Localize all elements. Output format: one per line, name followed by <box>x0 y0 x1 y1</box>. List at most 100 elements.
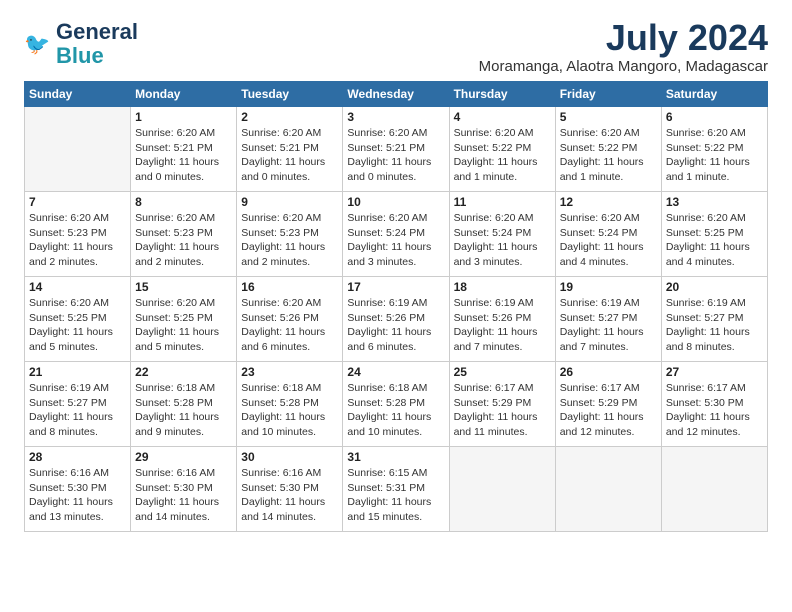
day-number: 21 <box>29 365 126 379</box>
weekday-header: Saturday <box>661 82 767 107</box>
calendar-cell: 27 Sunrise: 6:17 AMSunset: 5:30 PMDayligh… <box>661 362 767 447</box>
svg-text:🐦: 🐦 <box>24 33 50 56</box>
calendar-cell: 17Sunrise: 6:19 AMSunset: 5:26 PMDayligh… <box>343 277 449 362</box>
day-number: 14 <box>29 280 126 294</box>
day-number: 3 <box>347 110 444 124</box>
day-info: Sunrise: 6:20 AMSunset: 5:21 PMDaylight:… <box>135 126 232 185</box>
calendar-cell: 16 Sunrise: 6:20 AMSunset: 5:26 PMDayligh… <box>237 277 343 362</box>
day-info: Sunrise: 6:20 AMSunset: 5:21 PMDaylight:… <box>241 126 338 185</box>
calendar-cell: 24Sunrise: 6:18 AMSunset: 5:28 PMDayligh… <box>343 362 449 447</box>
header: 🐦 General Blue July 2024 Moramanga, Alao… <box>24 20 768 75</box>
calendar-cell: 19 Sunrise: 6:19 AMSunset: 5:27 PMDayligh… <box>555 277 661 362</box>
day-info: Sunrise: 6:20 AMSunset: 5:24 PMDaylight:… <box>454 211 551 270</box>
calendar-cell: 3 Sunrise: 6:20 AMSunset: 5:21 PMDaylight… <box>343 107 449 192</box>
day-info: Sunrise: 6:19 AMSunset: 5:26 PMDaylight:… <box>454 296 551 355</box>
weekday-header: Thursday <box>449 82 555 107</box>
day-info: Sunrise: 6:20 AMSunset: 5:23 PMDaylight:… <box>135 211 232 270</box>
day-info: Sunrise: 6:18 AMSunset: 5:28 PMDaylight:… <box>241 381 338 440</box>
day-info: Sunrise: 6:20 AMSunset: 5:22 PMDaylight:… <box>454 126 551 185</box>
day-info: Sunrise: 6:18 AMSunset: 5:28 PMDaylight:… <box>135 381 232 440</box>
calendar-cell: 12 Sunrise: 6:20 AMSunset: 5:24 PMDayligh… <box>555 192 661 277</box>
calendar-cell: 8 Sunrise: 6:20 AMSunset: 5:23 PMDaylight… <box>131 192 237 277</box>
calendar-cell: 1 Sunrise: 6:20 AMSunset: 5:21 PMDaylight… <box>131 107 237 192</box>
calendar-cell: 18Sunrise: 6:19 AMSunset: 5:26 PMDayligh… <box>449 277 555 362</box>
day-number: 25 <box>454 365 551 379</box>
calendar-cell: 13 Sunrise: 6:20 AMSunset: 5:25 PMDayligh… <box>661 192 767 277</box>
day-info: Sunrise: 6:19 AMSunset: 5:27 PMDaylight:… <box>666 296 763 355</box>
calendar-cell: 31Sunrise: 6:15 AMSunset: 5:31 PMDayligh… <box>343 447 449 532</box>
day-info: Sunrise: 6:20 AMSunset: 5:25 PMDaylight:… <box>29 296 126 355</box>
day-info: Sunrise: 6:19 AMSunset: 5:26 PMDaylight:… <box>347 296 444 355</box>
day-number: 23 <box>241 365 338 379</box>
day-number: 11 <box>454 195 551 209</box>
day-info: Sunrise: 6:20 AMSunset: 5:22 PMDaylight:… <box>560 126 657 185</box>
day-info: Sunrise: 6:18 AMSunset: 5:28 PMDaylight:… <box>347 381 444 440</box>
calendar-cell: 28Sunrise: 6:16 AMSunset: 5:30 PMDayligh… <box>25 447 131 532</box>
day-number: 6 <box>666 110 763 124</box>
day-info: Sunrise: 6:17 AMSunset: 5:29 PMDaylight:… <box>560 381 657 440</box>
day-info: Sunrise: 6:20 AMSunset: 5:24 PMDaylight:… <box>347 211 444 270</box>
day-number: 7 <box>29 195 126 209</box>
weekday-header: Wednesday <box>343 82 449 107</box>
logo-text: General Blue <box>56 20 138 68</box>
day-number: 22 <box>135 365 232 379</box>
day-number: 31 <box>347 450 444 464</box>
month-title: July 2024 <box>479 20 768 56</box>
day-info: Sunrise: 6:20 AMSunset: 5:26 PMDaylight:… <box>241 296 338 355</box>
calendar-cell: 15 Sunrise: 6:20 AMSunset: 5:25 PMDayligh… <box>131 277 237 362</box>
calendar-cell: 9Sunrise: 6:20 AMSunset: 5:23 PMDaylight… <box>237 192 343 277</box>
weekday-header: Tuesday <box>237 82 343 107</box>
day-number: 4 <box>454 110 551 124</box>
calendar-cell: 14 Sunrise: 6:20 AMSunset: 5:25 PMDayligh… <box>25 277 131 362</box>
calendar-cell: 21Sunrise: 6:19 AMSunset: 5:27 PMDayligh… <box>25 362 131 447</box>
day-info: Sunrise: 6:19 AMSunset: 5:27 PMDaylight:… <box>560 296 657 355</box>
calendar-cell: 23 Sunrise: 6:18 AMSunset: 5:28 PMDayligh… <box>237 362 343 447</box>
calendar-cell: 6 Sunrise: 6:20 AMSunset: 5:22 PMDaylight… <box>661 107 767 192</box>
day-info: Sunrise: 6:17 AMSunset: 5:30 PMDaylight:… <box>666 381 763 440</box>
day-info: Sunrise: 6:20 AMSunset: 5:23 PMDaylight:… <box>29 211 126 270</box>
day-info: Sunrise: 6:16 AMSunset: 5:30 PMDaylight:… <box>135 466 232 525</box>
calendar-cell: 25Sunrise: 6:17 AMSunset: 5:29 PMDayligh… <box>449 362 555 447</box>
calendar-cell <box>661 447 767 532</box>
day-number: 26 <box>560 365 657 379</box>
calendar-cell <box>449 447 555 532</box>
day-number: 27 <box>666 365 763 379</box>
day-number: 12 <box>560 195 657 209</box>
day-info: Sunrise: 6:20 AMSunset: 5:25 PMDaylight:… <box>666 211 763 270</box>
calendar-cell: 4 Sunrise: 6:20 AMSunset: 5:22 PMDaylight… <box>449 107 555 192</box>
calendar-cell <box>25 107 131 192</box>
week-row: 21Sunrise: 6:19 AMSunset: 5:27 PMDayligh… <box>25 362 768 447</box>
calendar-cell: 30Sunrise: 6:16 AMSunset: 5:30 PMDayligh… <box>237 447 343 532</box>
week-row: 28 Sunrise: 6:16 AMSunset: 5:30 PMDayligh… <box>25 447 768 532</box>
location-title: Moramanga, Alaotra Mangoro, Madagascar <box>479 58 768 75</box>
day-info: Sunrise: 6:20 AMSunset: 5:21 PMDaylight:… <box>347 126 444 185</box>
calendar-cell: 10 Sunrise: 6:20 AMSunset: 5:24 PMDayligh… <box>343 192 449 277</box>
week-row: 7 Sunrise: 6:20 AMSunset: 5:23 PMDaylight… <box>25 192 768 277</box>
weekday-header: Friday <box>555 82 661 107</box>
day-number: 8 <box>135 195 232 209</box>
day-info: Sunrise: 6:20 AMSunset: 5:25 PMDaylight:… <box>135 296 232 355</box>
calendar-cell: 22 Sunrise: 6:18 AMSunset: 5:28 PMDayligh… <box>131 362 237 447</box>
day-number: 13 <box>666 195 763 209</box>
week-row: 1 Sunrise: 6:20 AMSunset: 5:21 PMDaylight… <box>25 107 768 192</box>
logo: 🐦 General Blue <box>24 20 138 68</box>
calendar-cell: 5Sunrise: 6:20 AMSunset: 5:22 PMDaylight… <box>555 107 661 192</box>
calendar-cell: 11 Sunrise: 6:20 AMSunset: 5:24 PMDayligh… <box>449 192 555 277</box>
weekday-header: Monday <box>131 82 237 107</box>
day-number: 28 <box>29 450 126 464</box>
day-number: 30 <box>241 450 338 464</box>
calendar-cell: 26 Sunrise: 6:17 AMSunset: 5:29 PMDayligh… <box>555 362 661 447</box>
day-info: Sunrise: 6:20 AMSunset: 5:24 PMDaylight:… <box>560 211 657 270</box>
day-info: Sunrise: 6:20 AMSunset: 5:22 PMDaylight:… <box>666 126 763 185</box>
day-number: 2 <box>241 110 338 124</box>
day-number: 1 <box>135 110 232 124</box>
day-number: 16 <box>241 280 338 294</box>
logo-bird-icon: 🐦 <box>24 30 52 58</box>
day-number: 19 <box>560 280 657 294</box>
day-number: 15 <box>135 280 232 294</box>
day-number: 10 <box>347 195 444 209</box>
calendar-cell: 29Sunrise: 6:16 AMSunset: 5:30 PMDayligh… <box>131 447 237 532</box>
day-number: 20 <box>666 280 763 294</box>
weekday-header-row: SundayMondayTuesdayWednesdayThursdayFrid… <box>25 82 768 107</box>
title-block: July 2024 Moramanga, Alaotra Mangoro, Ma… <box>479 20 768 75</box>
